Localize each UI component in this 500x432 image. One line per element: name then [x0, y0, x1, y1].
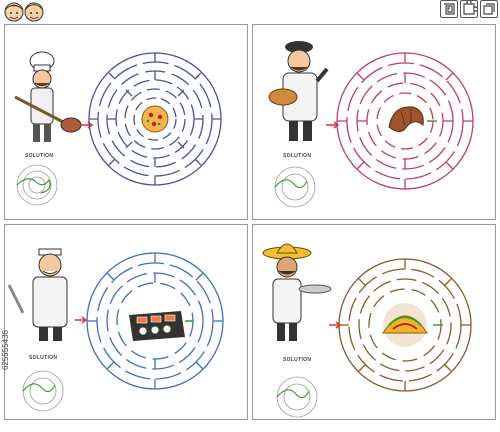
- mexican-waiter-icon: [262, 243, 332, 341]
- solution-label: SOLUTION: [25, 153, 54, 159]
- chef-icon: [14, 51, 82, 142]
- puzzle-type-icons: [440, 0, 498, 18]
- watermark-id: 625555436: [1, 330, 10, 371]
- sushi-scene: [7, 248, 224, 412]
- top-bar: [0, 0, 500, 22]
- kids-avatar-icon: [4, 2, 44, 22]
- solution-label: SOLUTION: [283, 153, 312, 159]
- pizza-icon: [141, 105, 169, 133]
- stack-icon: [480, 0, 498, 18]
- maze-panel-croissant: SOLUTION: [252, 24, 496, 220]
- sushi-chef-icon: [7, 248, 68, 341]
- solution-thumbnail: [274, 166, 316, 208]
- maze-icon: [440, 0, 458, 18]
- maze-panel-sushi: SOLUTION: [4, 224, 248, 420]
- solution-thumbnail: [22, 370, 64, 412]
- puzzle-icon: [460, 0, 478, 18]
- maze-panel-taco: SOLUTION: [252, 224, 496, 420]
- maze-panel-pizza: SOLUTION: [4, 24, 248, 220]
- solution-thumbnail: [16, 164, 58, 206]
- taco-scene: [262, 243, 472, 418]
- croissant-icon: [388, 106, 424, 133]
- baker-icon: [268, 41, 329, 141]
- croissant-scene: [268, 41, 474, 208]
- solution-thumbnail: [276, 376, 318, 418]
- sushi-platter-icon: [129, 311, 185, 341]
- solution-label: SOLUTION: [283, 357, 312, 363]
- pizza-scene: [14, 51, 222, 206]
- solution-label: SOLUTION: [29, 355, 58, 361]
